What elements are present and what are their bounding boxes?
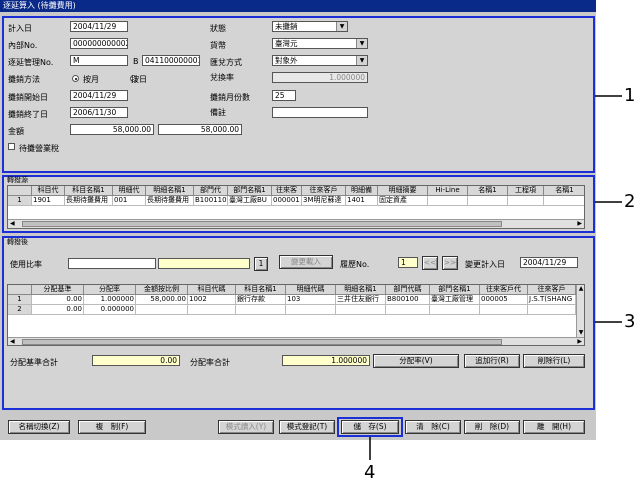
callout-lines <box>369 95 622 460</box>
callout-1: 1 <box>624 85 636 106</box>
callout-3: 3 <box>624 311 636 332</box>
callout-4: 4 <box>364 462 376 483</box>
callout-2: 2 <box>624 191 636 212</box>
